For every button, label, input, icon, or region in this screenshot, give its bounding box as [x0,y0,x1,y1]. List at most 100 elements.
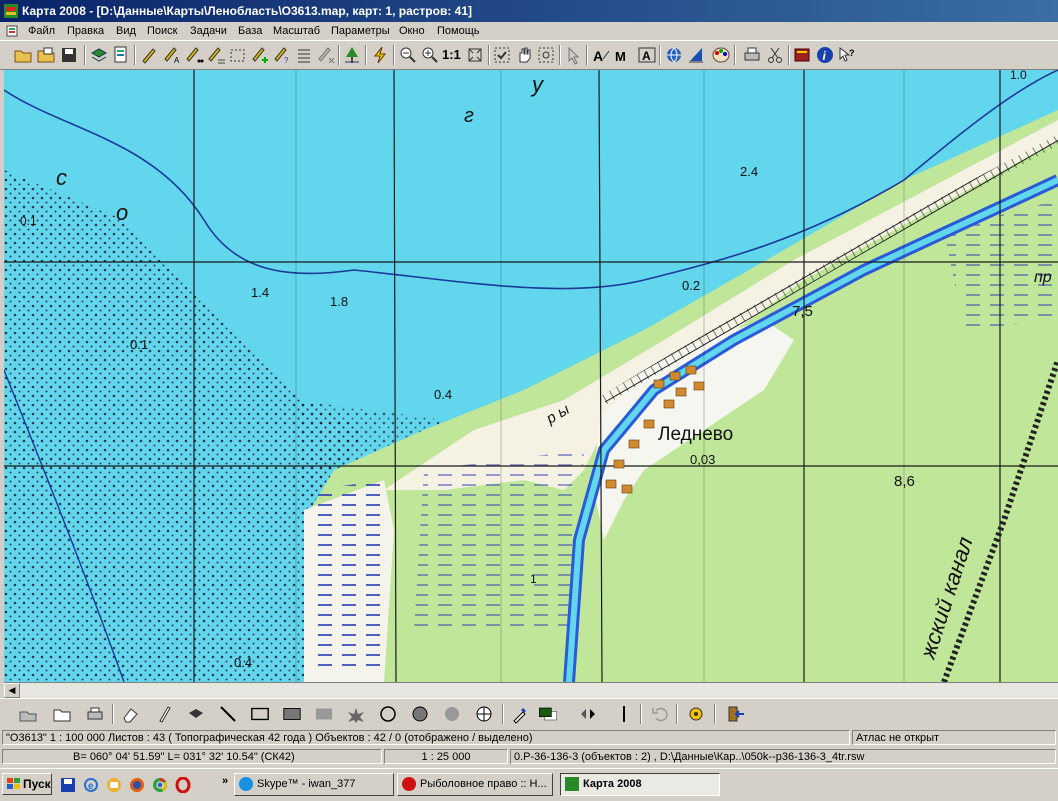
exit-icon[interactable] [726,704,746,724]
text-box-icon[interactable]: A [637,45,657,65]
toolbar-separator [393,45,395,65]
menu-search[interactable]: Поиск [147,25,177,37]
menu-scale[interactable]: Масштаб [273,25,320,37]
select-add-icon[interactable] [250,45,270,65]
menu-view[interactable]: Вид [116,25,136,37]
list-icon[interactable] [294,45,314,65]
start-button[interactable]: Пуск [2,773,52,795]
cut-icon[interactable] [765,45,785,65]
open-object-icon[interactable] [52,704,72,724]
task-skype[interactable]: Skype™ - iwan_377 [234,773,394,796]
status-bar: "O3613" 1 : 100 000 Листов : 43 ( Топогр… [0,729,1058,746]
zoom-out-icon[interactable] [398,45,418,65]
atlas-status: Атлас не открыт [852,730,1056,745]
filled-circle-icon[interactable] [410,704,430,724]
menu-edit[interactable]: Правка [67,25,104,37]
svg-text:M: M [615,49,626,64]
menu-parameters[interactable]: Параметры [331,25,390,37]
gear-icon[interactable] [686,704,706,724]
brush-icon[interactable] [186,704,206,724]
eyedropper-icon[interactable] [510,704,530,724]
depth-label: 0,03 [690,452,715,467]
pencil-icon[interactable] [154,704,174,724]
save-icon[interactable] [59,45,79,65]
app-icon [565,777,579,791]
toolbar-separator [714,704,716,724]
menu-window[interactable]: Окно [399,25,425,37]
fit-icon[interactable] [465,45,485,65]
filled-rect-icon[interactable] [282,704,304,724]
open-folder-icon[interactable] [13,45,33,65]
check-icon[interactable] [492,45,512,65]
hand-icon[interactable] [514,45,534,65]
select-frame-icon[interactable] [228,45,248,65]
firefox-icon[interactable] [129,777,145,793]
rectangle-icon[interactable] [250,704,272,724]
actual-size-button[interactable]: 1:1 [442,45,464,65]
arrows-icon[interactable] [578,704,598,724]
line-icon[interactable] [218,704,238,724]
quicklaunch-more-icon[interactable]: » [222,775,228,787]
task-opera[interactable]: Рыболовное право :: Н... [397,773,553,796]
app-icon[interactable] [4,4,18,18]
horizontal-scrollbar[interactable]: ◀ [4,682,1058,699]
deselect-icon[interactable] [316,45,336,65]
book-icon[interactable] [792,45,812,65]
undo-icon[interactable] [650,704,670,724]
crosshair-icon[interactable] [474,704,494,724]
print-object-icon[interactable] [85,704,105,724]
menu-database[interactable]: База [238,25,262,37]
circle-icon[interactable] [378,704,398,724]
menu-tasks[interactable]: Задачи [190,25,227,37]
outlook-icon[interactable] [106,777,122,793]
text-m-icon[interactable]: M [614,45,634,65]
toolbar-separator [488,45,490,65]
edit-object-icon[interactable] [18,704,38,724]
layers-icon[interactable] [89,45,109,65]
floppy-icon[interactable] [60,777,76,793]
open-map-icon[interactable] [36,45,56,65]
opera-icon[interactable] [175,777,191,793]
globe-icon[interactable] [664,45,684,65]
zoom-in-icon[interactable] [420,45,440,65]
select-pen-dots-icon[interactable] [184,45,204,65]
tree-icon[interactable] [342,45,362,65]
chrome-icon[interactable] [152,777,168,793]
opera-icon [402,777,416,791]
star-icon[interactable] [346,704,366,724]
gray-rect-icon[interactable] [314,704,336,724]
eraser-icon[interactable] [120,704,140,724]
lightning-icon[interactable] [370,45,390,65]
palette-icon[interactable] [711,45,731,65]
zoom-window-icon[interactable] [536,45,556,65]
color-swatch-icon[interactable] [538,704,568,724]
task-karta[interactable]: Карта 2008 [560,773,720,796]
whats-this-icon[interactable]: ? [837,45,857,65]
depth-label: 0.4 [234,655,252,670]
menu-bar: Файл Правка Вид Поиск Задачи База Масшта… [0,22,1058,40]
ie-icon[interactable]: e [83,777,99,793]
text-a-icon[interactable]: A [591,45,611,65]
toolbar-separator [734,45,736,65]
select-pen-icon[interactable] [139,45,159,65]
document-icon[interactable] [6,25,18,37]
sail-icon[interactable] [686,45,706,65]
scroll-left-icon[interactable]: ◀ [4,683,20,698]
map-view[interactable]: с о г у 2.4 0.1 1.4 1.8 0.2 7,5 0.1 0.4 … [4,70,1058,682]
pointer-icon[interactable] [564,45,584,65]
toolbar-separator [134,45,136,65]
menu-file[interactable]: Файл [28,25,55,37]
print-icon[interactable] [742,45,762,65]
select-mask-icon[interactable]: ? [272,45,292,65]
toolbar-separator [365,45,367,65]
menu-help[interactable]: Помощь [437,25,480,37]
vertical-line-icon[interactable] [614,704,634,724]
map-label: пр [1034,269,1052,286]
info-icon[interactable]: i [815,45,835,65]
gray-circle-icon[interactable] [442,704,462,724]
toolbar-separator [586,45,588,65]
select-pen-lines-icon[interactable] [206,45,226,65]
document-icon[interactable] [111,45,131,65]
depth-label: 1.0 [1010,70,1027,82]
select-pen-a-icon[interactable]: A [162,45,182,65]
